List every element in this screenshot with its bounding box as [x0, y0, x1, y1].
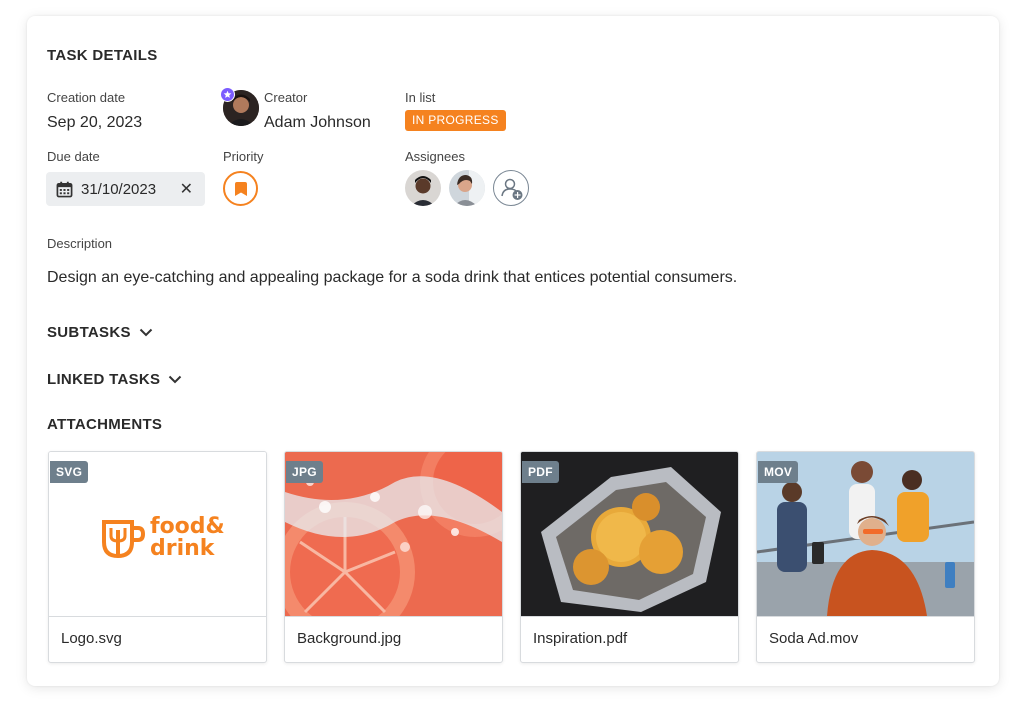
add-user-icon	[498, 175, 524, 201]
priority-button[interactable]	[223, 171, 258, 206]
creation-date-label: Creation date	[47, 90, 126, 105]
logo-line1: food&	[150, 514, 225, 539]
attachment-card[interactable]: PDF Inspiration.pdf	[520, 451, 739, 663]
logo-line2: drink	[150, 536, 215, 561]
attachment-name: Inspiration.pdf	[533, 630, 628, 647]
file-type-badge: SVG	[50, 461, 89, 483]
bookmark-icon	[234, 181, 248, 197]
attachment-card[interactable]: MOV Soda Ad.mov	[756, 451, 975, 663]
due-date-value[interactable]: 31/10/2023	[81, 181, 156, 198]
divider	[285, 616, 502, 617]
logo-wordmark: food& drink	[150, 516, 225, 560]
attachments-title: ATTACHMENTS	[47, 416, 163, 433]
chevron-down-icon	[139, 328, 153, 337]
file-type-badge: PDF	[522, 461, 559, 483]
priority-label: Priority	[223, 149, 264, 164]
close-icon[interactable]: ✕	[180, 179, 193, 199]
chevron-down-icon	[169, 375, 182, 384]
linked-tasks-toggle[interactable]: LINKED TASKS	[47, 371, 182, 388]
description-label: Description	[47, 236, 113, 251]
divider	[49, 616, 266, 617]
attachment-card[interactable]: JPG Background.jpg	[284, 451, 503, 663]
creation-date-value: Sep 20, 2023	[47, 114, 143, 131]
page-title: TASK DETAILS	[47, 47, 158, 64]
attachment-card[interactable]: SVG food& drink Logo.svg	[48, 451, 267, 663]
file-type-badge: MOV	[758, 461, 799, 483]
attachment-name: Background.jpg	[297, 630, 402, 647]
creator-name: Adam Johnson	[264, 114, 371, 131]
attachment-name: Logo.svg	[61, 630, 122, 647]
description-text: Design an eye-catching and appealing pac…	[47, 269, 738, 286]
subtasks-toggle[interactable]: SUBTASKS	[47, 324, 153, 341]
attachment-name: Soda Ad.mov	[769, 630, 859, 647]
assignee-avatar[interactable]	[449, 170, 485, 206]
divider	[757, 616, 974, 617]
divider	[521, 616, 738, 617]
calendar-icon	[56, 181, 73, 198]
in-list-label: In list	[405, 90, 436, 105]
star-icon	[220, 87, 235, 102]
assignee-avatar[interactable]	[405, 170, 441, 206]
status-badge[interactable]: IN PROGRESS	[405, 110, 506, 131]
creator-label: Creator	[264, 90, 308, 105]
file-type-badge: JPG	[286, 461, 323, 483]
assignees-label: Assignees	[405, 149, 465, 164]
add-assignee-button[interactable]	[493, 170, 529, 206]
due-date-picker[interactable]: 31/10/2023 ✕	[46, 172, 205, 206]
linked-tasks-label: LINKED TASKS	[47, 371, 161, 388]
due-date-label: Due date	[47, 149, 100, 164]
subtasks-label: SUBTASKS	[47, 324, 131, 341]
cup-logo-icon	[102, 520, 146, 559]
task-details-card: TASK DETAILS Creation date Sep 20, 2023 …	[27, 16, 999, 686]
